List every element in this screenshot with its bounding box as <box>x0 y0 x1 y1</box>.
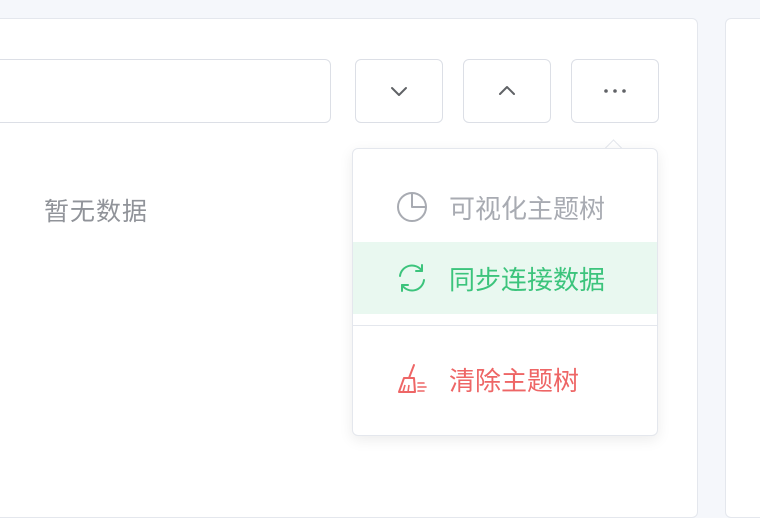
chevron-down-icon <box>391 87 407 96</box>
broom-icon <box>395 362 429 396</box>
collapse-up-button[interactable] <box>463 59 551 123</box>
refresh-icon <box>395 261 429 295</box>
chevron-up-icon <box>499 86 515 95</box>
menu-item-visualize-theme-tree[interactable]: 可视化主题树 <box>353 171 657 243</box>
more-button[interactable] <box>571 59 659 123</box>
menu-divider <box>353 325 657 326</box>
empty-state-text: 暂无数据 <box>44 197 149 226</box>
side-panel <box>725 18 760 518</box>
more-icon <box>604 89 626 93</box>
more-dropdown-menu: 可视化主题树 同步连接数据 清除主题树 <box>352 148 658 436</box>
expand-down-button[interactable] <box>355 59 443 123</box>
search-input[interactable] <box>0 59 331 123</box>
menu-item-label: 可视化主题树 <box>449 194 606 225</box>
menu-item-label: 清除主题树 <box>449 366 580 397</box>
menu-item-label: 同步连接数据 <box>449 265 606 296</box>
pie-chart-icon <box>395 190 429 224</box>
menu-item-clear-theme-tree[interactable]: 清除主题树 <box>353 343 657 415</box>
menu-item-sync-connection-data[interactable]: 同步连接数据 <box>353 242 657 314</box>
